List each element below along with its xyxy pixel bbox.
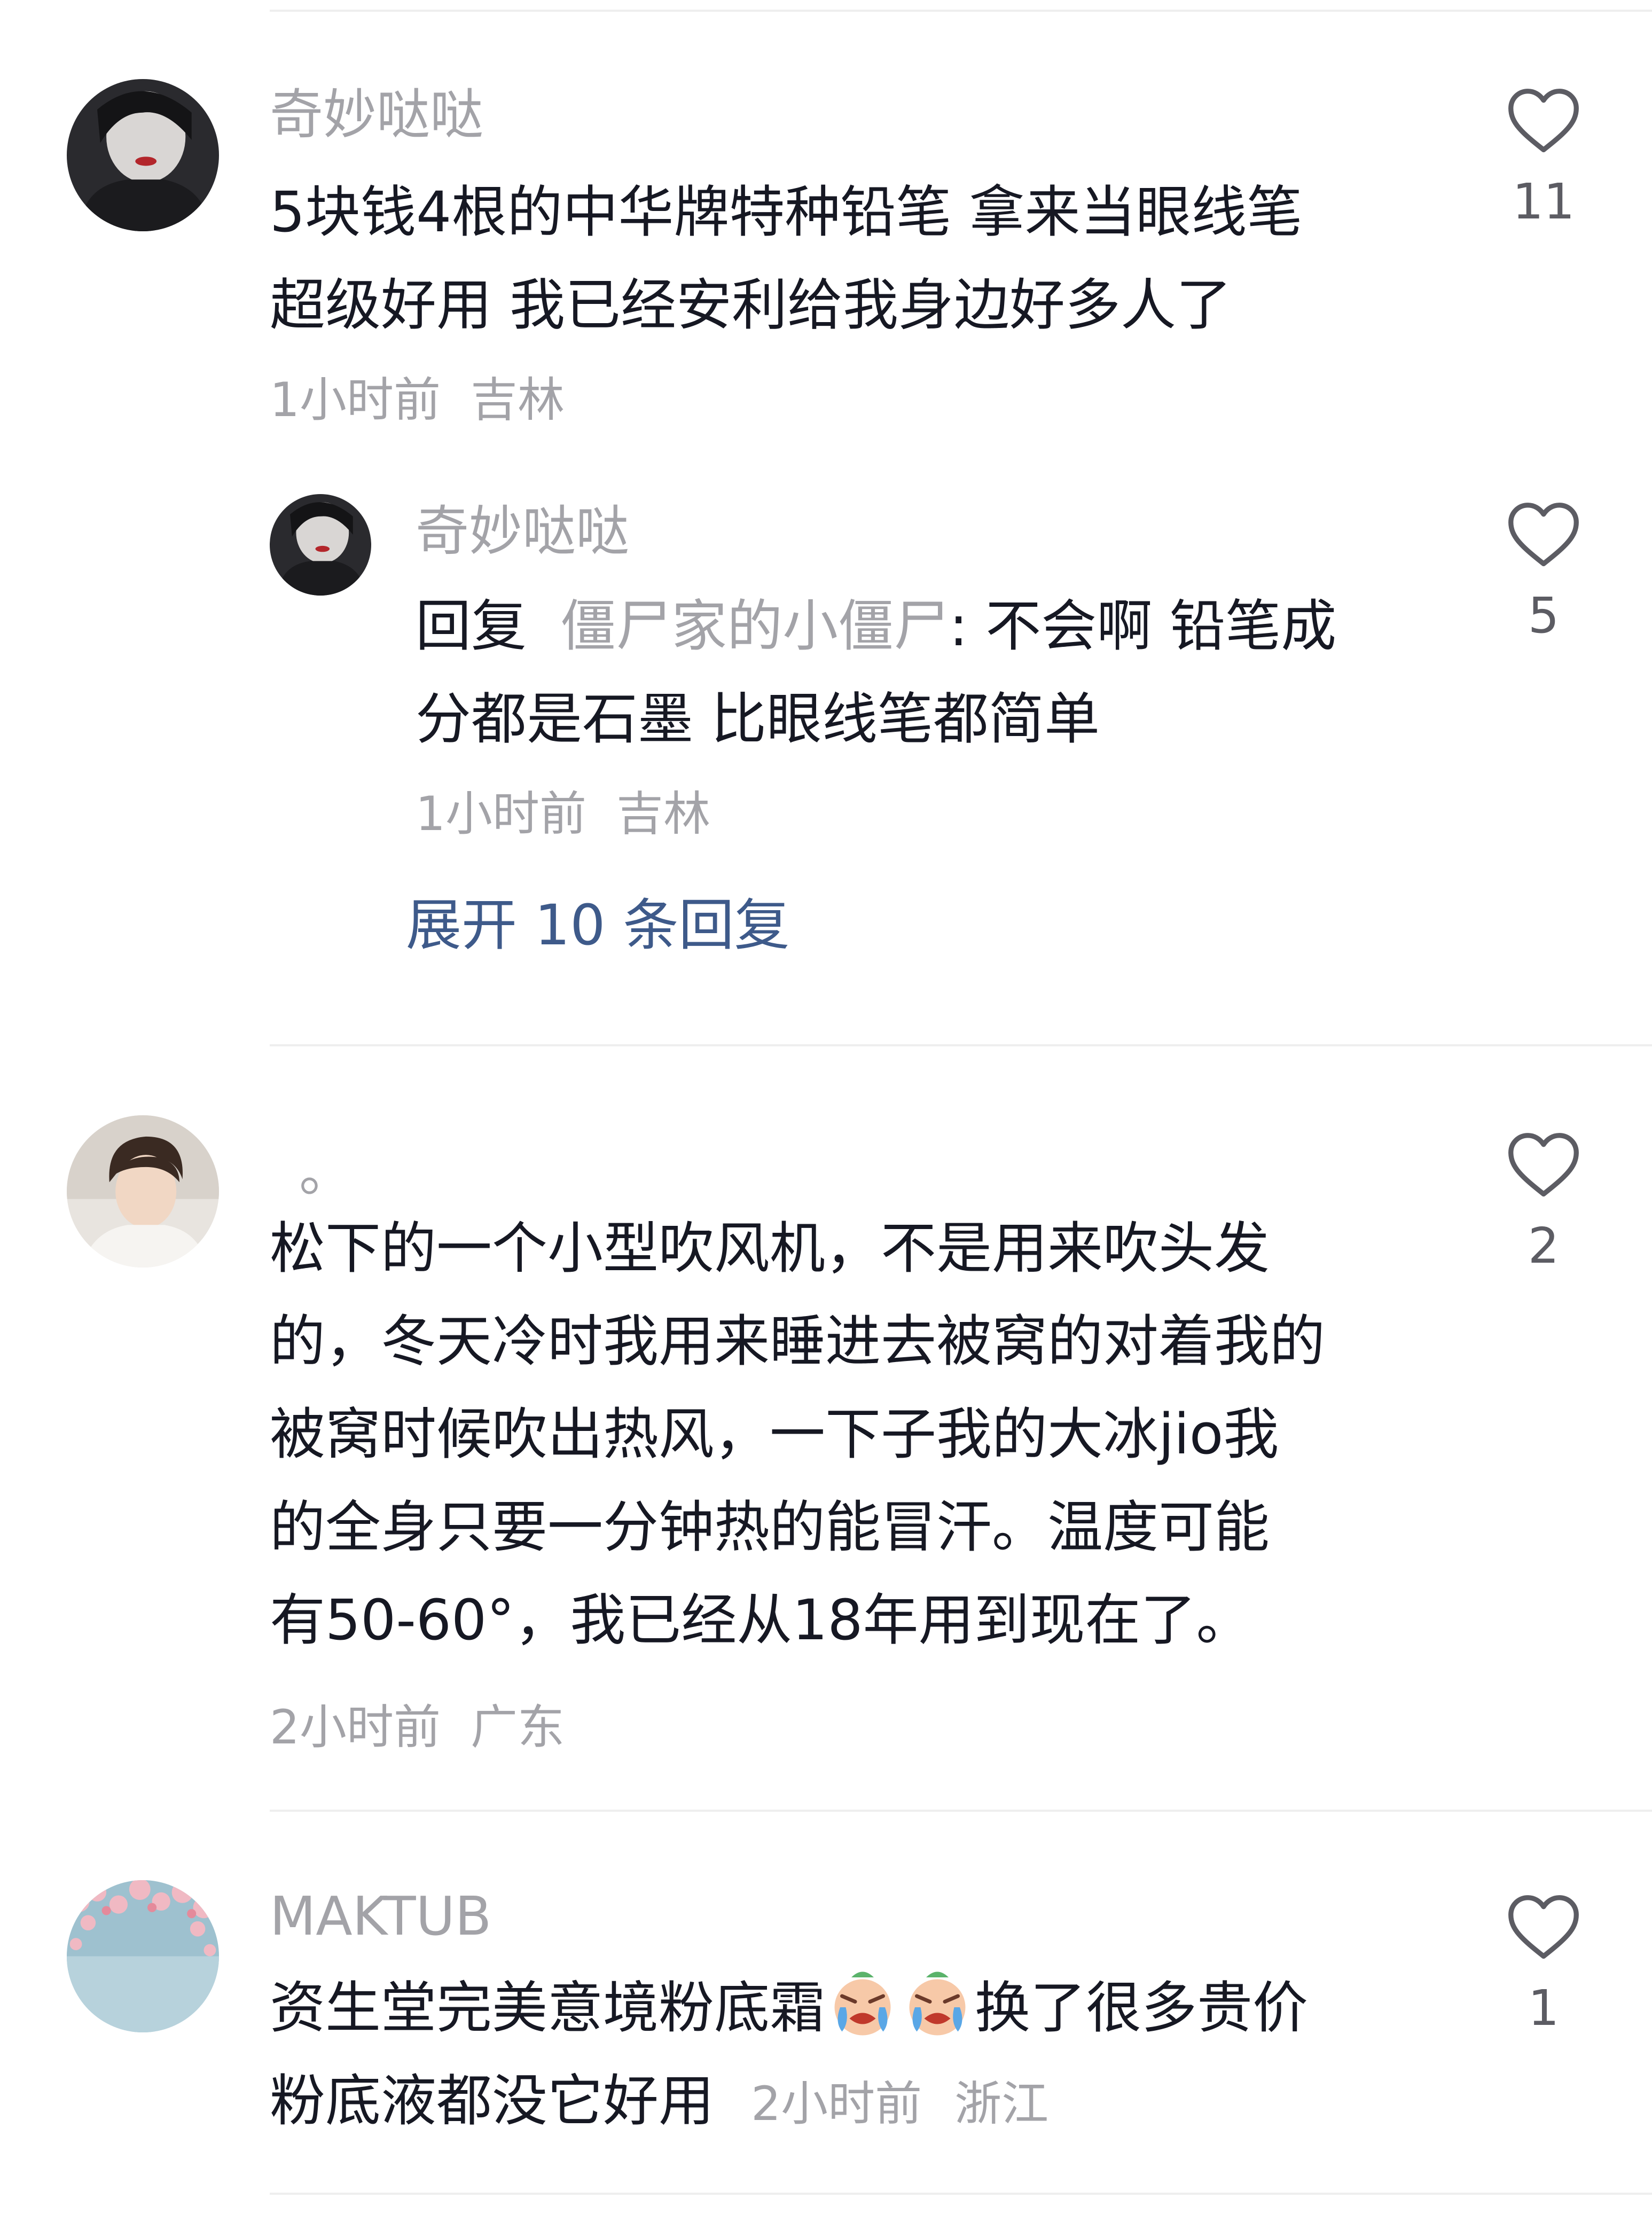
avatar-young-man-icon [67,1115,219,1268]
avatar-dark-portrait-icon [270,494,371,596]
comment-location: 浙江 [954,2076,1049,2131]
comment-text-segment: 粉底液都没它好用 [270,2068,715,2133]
comment-text-line: 有50-60°，我已经从18年用到现在了。 [270,1587,1252,1653]
like-count: 11 [1512,173,1575,230]
like-button[interactable]: 1 [1498,1892,1589,2033]
comment-text-line: 的全身只要一分钟热的能冒汗。温度可能 [270,1495,1270,1560]
divider [270,1810,1652,1812]
reply-time: 1小时前 [416,786,586,841]
comment-username[interactable]: 奇妙哒哒 [270,88,483,142]
divider [270,1044,1652,1046]
reply-text: 回复 僵尸家的小僵尸: 不会啊 铅笔成 分都是石墨 比眼线笔都简单 [416,580,1430,765]
comment-text-line: 粉底液都没它好用 2小时前 浙江 [270,2054,1471,2147]
heart-outline-icon [1508,89,1579,153]
heart-outline-icon [1508,1133,1579,1197]
comment-text-segment: 资生堂完美意境粉底霜 [270,1975,826,2040]
avatar[interactable] [67,79,219,231]
divider [270,2193,1652,2195]
reply-meta: 1小时前 吉林 [416,791,710,838]
reply-username[interactable]: 奇妙哒哒 [416,505,629,558]
comment-text: 资生堂完美意境粉底霜 换了很多贵价 粉底液都没它好用 2小时前 浙江 [270,1961,1471,2147]
comment-time: 2小时前 [751,2076,922,2131]
like-count: 1 [1528,1980,1560,2037]
reply-to-username[interactable]: 僵尸家的小僵尸 [560,593,949,659]
reply-prefix: 回复 [416,593,527,659]
comment-text-line: 被窝时候吹出热风，一下子我的大冰jio我 [270,1402,1279,1467]
comment-username[interactable]: MAKTUB [270,1890,491,1943]
like-count: 5 [1528,587,1560,644]
comment-location: 广东 [470,1700,565,1755]
comment-location: 吉林 [470,372,565,427]
heart-outline-icon [1508,503,1579,567]
reply-text-line: 分都是石墨 比眼线笔都简单 [416,686,1100,752]
comment-text: 松下的一个小型吹风机，不是用来吹头发 的，冬天冷时我用来睡进去被窝的对着我的 被… [270,1202,1471,1666]
divider-top [270,10,1652,12]
expand-replies-button[interactable]: 展开 10 条回复 [406,897,789,953]
comment-time: 1小时前 [270,372,441,427]
avatar[interactable] [67,1115,219,1268]
comment-text-segment: 换了很多贵价 [975,1975,1309,2040]
like-button[interactable]: 5 [1498,499,1589,640]
crying-face-emoji-icon [900,1966,975,2041]
comment-text-line: 超级好用 我已经安利给我身边好多人了 [270,272,1232,338]
reply-location: 吉林 [616,786,710,841]
comment-text-line: 的，冬天冷时我用来睡进去被窝的对着我的 [270,1309,1326,1374]
avatar-dark-portrait-icon [67,79,219,231]
comment-text: 5块钱4根的中华牌特种铅笔 拿来当眼线笔 超级好用 我已经安利给我身边好多人了 [270,166,1445,351]
comment-text-line: 松下的一个小型吹风机，不是用来吹头发 [270,1216,1270,1281]
reply-text-line: 回复 僵尸家的小僵尸: 不会啊 铅笔成 [416,580,1430,672]
like-button[interactable]: 11 [1498,85,1589,226]
comment-meta: 1小时前 吉林 [270,377,565,424]
avatar-cherry-blossom-icon [67,1880,219,2032]
like-button[interactable]: 2 [1498,1130,1589,1271]
comment-time: 2小时前 [270,1700,441,1755]
like-count: 2 [1528,1217,1560,1274]
comment-text-line: 5块钱4根的中华牌特种铅笔 拿来当眼线笔 [270,179,1303,245]
heart-outline-icon [1508,1895,1579,1959]
comment-text-line: 资生堂完美意境粉底霜 换了很多贵价 [270,1961,1471,2054]
comment-username[interactable]: 。 [299,1146,353,1199]
crying-face-emoji-icon [825,1966,900,2041]
reply-text-content: : 不会啊 铅笔成 [949,593,1337,659]
comment-meta: 2小时前 广东 [270,1704,565,1751]
reply-avatar[interactable] [270,494,371,596]
avatar[interactable] [67,1880,219,2032]
